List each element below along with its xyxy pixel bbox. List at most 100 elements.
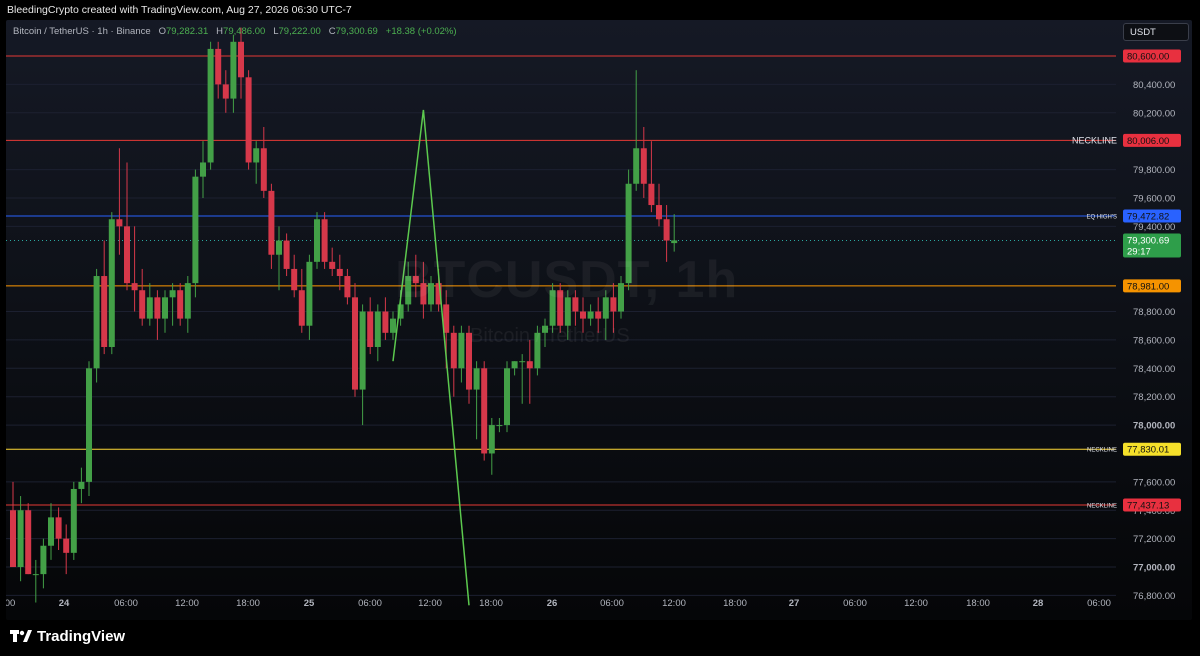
time-axis-label: 18:00 [966, 598, 990, 609]
candle-body[interactable] [192, 176, 199, 284]
candle-body[interactable] [101, 276, 108, 348]
level-price-label: 79,472.82 [1127, 212, 1169, 223]
time-axis-label: 18:00 [236, 598, 260, 609]
close-value: 79,300.69 [335, 26, 378, 37]
candle-body[interactable] [640, 148, 647, 184]
candle-body[interactable] [283, 240, 290, 269]
candle-body[interactable] [200, 162, 206, 177]
time-axis-label: 25 [304, 598, 315, 609]
candle-body[interactable] [359, 311, 366, 390]
candle-body[interactable] [184, 283, 191, 319]
high-value: 79,486.00 [223, 26, 266, 37]
candle-body[interactable] [25, 510, 32, 575]
candle-body[interactable] [70, 488, 77, 553]
time-axis-label: 18:00 [479, 598, 503, 609]
candle-body[interactable] [656, 205, 662, 220]
candle-body[interactable] [177, 290, 184, 319]
open-label: O [158, 26, 166, 37]
change-value: +18.38 (+0.02%) [385, 26, 457, 37]
candle-body[interactable] [306, 261, 313, 326]
price-axis-label: 78,400.00 [1133, 364, 1175, 375]
candle-body[interactable] [230, 41, 237, 99]
candle-body[interactable] [473, 368, 480, 390]
candle-body[interactable] [245, 77, 252, 163]
time-axis-label: 06:00 [1087, 598, 1111, 609]
candle-body[interactable] [496, 425, 503, 427]
candle-body[interactable] [314, 219, 320, 262]
time-axis-label: 12:00 [418, 598, 442, 609]
level-price-label: 77,437.13 [1127, 500, 1169, 511]
candle-body[interactable] [215, 48, 222, 85]
candle-body[interactable] [276, 240, 282, 255]
candle-body[interactable] [580, 311, 586, 319]
candle-body[interactable] [291, 268, 298, 291]
currency-button[interactable]: USDT [1123, 23, 1189, 41]
candle-body[interactable] [382, 311, 389, 333]
candle-body[interactable] [10, 510, 16, 568]
candle-body[interactable] [260, 148, 267, 191]
level-price-label: 80,006.00 [1127, 136, 1169, 147]
candle-body[interactable] [504, 368, 510, 426]
tradingview-logo[interactable]: TradingView [10, 628, 125, 645]
candle-body[interactable] [458, 332, 465, 369]
time-axis-label: 00 [6, 598, 15, 609]
candle-body[interactable] [352, 297, 358, 390]
candle-body[interactable] [169, 290, 176, 298]
candle-body[interactable] [329, 261, 336, 269]
pattern-trend-line[interactable] [392, 109, 470, 606]
candle-body[interactable] [367, 311, 374, 348]
candle-body[interactable] [78, 481, 85, 489]
time-axis-label: 26 [547, 598, 558, 609]
price-axis-label: 78,000.00 [1133, 421, 1175, 432]
candle-body[interactable] [116, 219, 123, 227]
candle-body[interactable] [587, 311, 594, 319]
candle-body[interactable] [321, 219, 328, 262]
candle-body[interactable] [238, 41, 244, 78]
candle-body[interactable] [526, 361, 533, 369]
candle-body[interactable] [519, 361, 526, 363]
countdown-label: 29:17 [1127, 246, 1151, 257]
candle-body[interactable] [633, 148, 640, 184]
symbol-watermark: BTCUSDT, 1h [395, 251, 739, 309]
candle-body[interactable] [86, 368, 92, 482]
candle-body[interactable] [32, 574, 39, 576]
candle-body[interactable] [344, 276, 351, 298]
candle-body[interactable] [139, 290, 146, 319]
candle-body[interactable] [63, 538, 70, 553]
candle-body[interactable] [390, 318, 396, 333]
time-axis-label: 28 [1033, 598, 1044, 609]
candle-body[interactable] [48, 517, 54, 546]
candle-body[interactable] [17, 510, 24, 568]
candle-body[interactable] [162, 297, 168, 319]
candle-body[interactable] [124, 226, 130, 284]
price-chart[interactable]: 80,400.00 80,200.00 79,800.00 79,600.00 79,4… [6, 20, 1192, 620]
candle-body[interactable] [40, 545, 47, 575]
candle-body[interactable] [663, 219, 670, 241]
candle-body[interactable] [222, 84, 229, 99]
candle-body[interactable] [336, 268, 343, 277]
candle-body[interactable] [481, 368, 488, 454]
candle-body[interactable] [108, 219, 115, 348]
candle-body[interactable] [374, 311, 381, 348]
price-axis-label: 78,200.00 [1133, 392, 1175, 403]
candle-body[interactable] [154, 297, 161, 319]
candle-body[interactable] [671, 240, 678, 244]
candle-body[interactable] [253, 148, 260, 163]
candle-body[interactable] [511, 361, 518, 369]
price-axis-label: 77,200.00 [1133, 534, 1175, 545]
attribution-bar: BleedingCrypto created with TradingView.… [0, 0, 1200, 20]
candle-body[interactable] [268, 190, 275, 255]
candle-body[interactable] [298, 290, 305, 326]
time-axis-label: 06:00 [843, 598, 867, 609]
candle-body[interactable] [207, 48, 214, 163]
candle-body[interactable] [595, 311, 602, 319]
candle-body[interactable] [648, 183, 655, 206]
tradingview-brand: TradingView [37, 628, 126, 645]
candle-body[interactable] [55, 517, 62, 539]
candle-body[interactable] [131, 283, 138, 291]
candle-body[interactable] [93, 276, 100, 369]
candle-body[interactable] [450, 332, 457, 369]
price-axis-label: 79,400.00 [1133, 222, 1175, 233]
candle-body[interactable] [488, 425, 495, 454]
candle-body[interactable] [146, 297, 153, 319]
